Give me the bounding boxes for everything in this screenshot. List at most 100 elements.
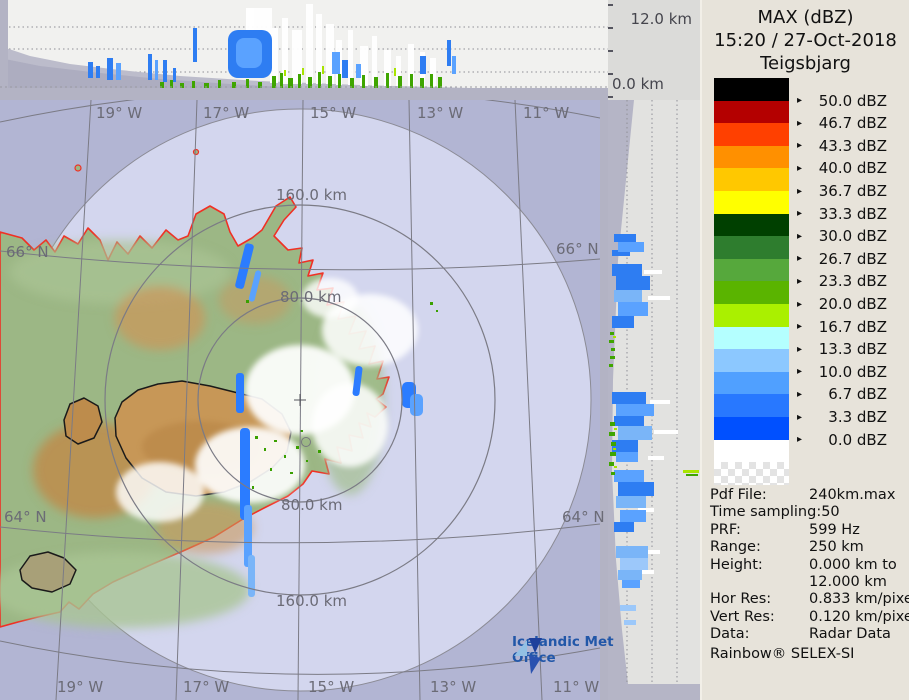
metadata-row-1: Time sampling:50 — [710, 504, 908, 521]
legend-band-11 — [714, 327, 789, 350]
legend-band-5 — [714, 191, 789, 214]
legend-band-1 — [714, 101, 789, 124]
legend-band-9 — [714, 281, 789, 304]
metadata-key: Pdf File: — [710, 487, 809, 504]
legend-label-2: ▸43.3 dBZ — [797, 137, 887, 155]
axis-tick — [608, 50, 613, 52]
ring-label-80-top: 80.0 km — [280, 288, 341, 306]
legend-label-text: 33.3 dBZ — [809, 205, 887, 223]
met-office-logo-mark — [512, 634, 546, 682]
legend-label-8: ▸23.3 dBZ — [797, 272, 887, 290]
axis-tick — [608, 27, 613, 29]
legend-band-10 — [714, 304, 789, 327]
legend-swatches — [714, 78, 789, 485]
metadata-row-5: 12.000 km — [710, 574, 908, 591]
radar-display-window: 12.0 km 0.0 km — [0, 0, 909, 700]
ring-label-160-top: 160.0 km — [276, 186, 347, 204]
lon-label-bottom: 19° W — [57, 678, 103, 696]
lat-label-right: 64° N — [562, 508, 605, 526]
legend-label-14: ▸3.3 dBZ — [797, 408, 887, 426]
lon-label-top: 11° W — [523, 104, 569, 122]
lon-label-bottom: 15° W — [308, 678, 354, 696]
threshold-arrow-icon: ▸ — [797, 208, 809, 219]
legend-label-text: 3.3 dBZ — [809, 408, 887, 426]
right-profile-graphic — [608, 100, 700, 700]
axis-tick — [608, 96, 613, 98]
legend-band-7 — [714, 236, 789, 259]
legend-band-14 — [714, 394, 789, 417]
legend-label-text: 13.3 dBZ — [809, 340, 887, 358]
legend-label-10: ▸16.7 dBZ — [797, 318, 887, 336]
metadata-key: Range: — [710, 539, 809, 556]
axis-max-height-label: 12.0 km — [631, 10, 692, 28]
legend-label-13: ▸6.7 dBZ — [797, 385, 887, 403]
legend-label-text: 40.0 dBZ — [809, 159, 887, 177]
threshold-arrow-icon: ▸ — [797, 299, 809, 310]
metadata-value: 50 — [821, 504, 839, 521]
metadata-row-4: Height:0.000 km to — [710, 557, 908, 574]
legend-label-12: ▸10.0 dBZ — [797, 363, 887, 381]
lon-label-top: 15° W — [310, 104, 356, 122]
legend-band-4 — [714, 168, 789, 191]
metadata-key: PRF: — [710, 522, 809, 539]
legend-label-9: ▸20.0 dBZ — [797, 295, 887, 313]
metadata-row-8: Data:Radar Data — [710, 626, 908, 643]
threshold-arrow-icon: ▸ — [797, 118, 809, 129]
metadata-value: 240km.max — [809, 487, 895, 504]
legend-label-text: 23.3 dBZ — [809, 272, 887, 290]
threshold-arrow-icon: ▸ — [797, 186, 809, 197]
legend-label-text: 16.7 dBZ — [809, 318, 887, 336]
threshold-arrow-icon: ▸ — [797, 389, 809, 400]
threshold-arrow-icon: ▸ — [797, 321, 809, 332]
legend-label-4: ▸36.7 dBZ — [797, 182, 887, 200]
legend-label-text: 50.0 dBZ — [809, 92, 887, 110]
metadata-row-6: Hor Res:0.833 km/pixel — [710, 591, 908, 608]
axis-min-height-label: 0.0 km — [612, 75, 664, 93]
lon-label-top: 13° W — [417, 104, 463, 122]
metadata-value: 0.120 km/pixel — [809, 609, 909, 626]
legend-band-6 — [714, 214, 789, 237]
map-top-border — [0, 88, 608, 100]
legend-label-7: ▸26.7 dBZ — [797, 250, 887, 268]
legend-label-text: 6.7 dBZ — [809, 385, 887, 403]
radar-station-name: Teigsbjarg — [702, 53, 909, 74]
legend-label-text: 43.3 dBZ — [809, 137, 887, 155]
threshold-arrow-icon: ▸ — [797, 366, 809, 377]
top-profile-panel — [0, 0, 608, 88]
legend-label-11: ▸13.3 dBZ — [797, 340, 887, 358]
metadata-value: 250 km — [809, 539, 864, 556]
profile-bottom-frame — [608, 684, 700, 700]
product-title: MAX (dBZ) — [702, 7, 909, 28]
legend-band-0 — [714, 78, 789, 101]
product-metadata: Pdf File:240km.maxTime sampling:50PRF:59… — [710, 487, 908, 663]
legend-band-15 — [714, 417, 789, 440]
metadata-row-3: Range:250 km — [710, 539, 908, 556]
legend-label-text: 26.7 dBZ — [809, 250, 887, 268]
threshold-arrow-icon: ▸ — [797, 163, 809, 174]
lon-label-bottom: 11° W — [553, 678, 599, 696]
metadata-key: Height: — [710, 557, 809, 574]
legend-label-text: 46.7 dBZ — [809, 114, 887, 132]
metadata-value: 0.833 km/pixel — [809, 591, 909, 608]
legend-band-2 — [714, 123, 789, 146]
legend-band-8 — [714, 259, 789, 282]
metadata-key: Time sampling: — [710, 504, 821, 521]
threshold-arrow-icon: ▸ — [797, 140, 809, 151]
metadata-value: 599 Hz — [809, 522, 860, 539]
legend-label-0: ▸50.0 dBZ — [797, 92, 887, 110]
threshold-arrow-icon: ▸ — [797, 253, 809, 264]
map-right-border — [600, 88, 608, 700]
legend-sidebar: MAX (dBZ) 15:20 / 27-Oct-2018 Teigsbjarg… — [700, 0, 909, 700]
metadata-key: Vert Res: — [710, 609, 809, 626]
ring-label-160-bottom: 160.0 km — [276, 592, 347, 610]
legend-band-13 — [714, 372, 789, 395]
legend-label-15: ▸0.0 dBZ — [797, 431, 887, 449]
legend-band-white — [714, 440, 789, 462]
threshold-arrow-icon: ▸ — [797, 231, 809, 242]
threshold-arrow-icon: ▸ — [797, 276, 809, 287]
radar-map-panel: 19° W 17° W 15° W 13° W 11° W 19° W 17° … — [0, 100, 600, 700]
lat-label-left: 64° N — [4, 508, 47, 526]
lat-label-right: 66° N — [556, 240, 599, 258]
metadata-value: Radar Data — [809, 626, 891, 643]
threshold-arrow-icon: ▸ — [797, 95, 809, 106]
